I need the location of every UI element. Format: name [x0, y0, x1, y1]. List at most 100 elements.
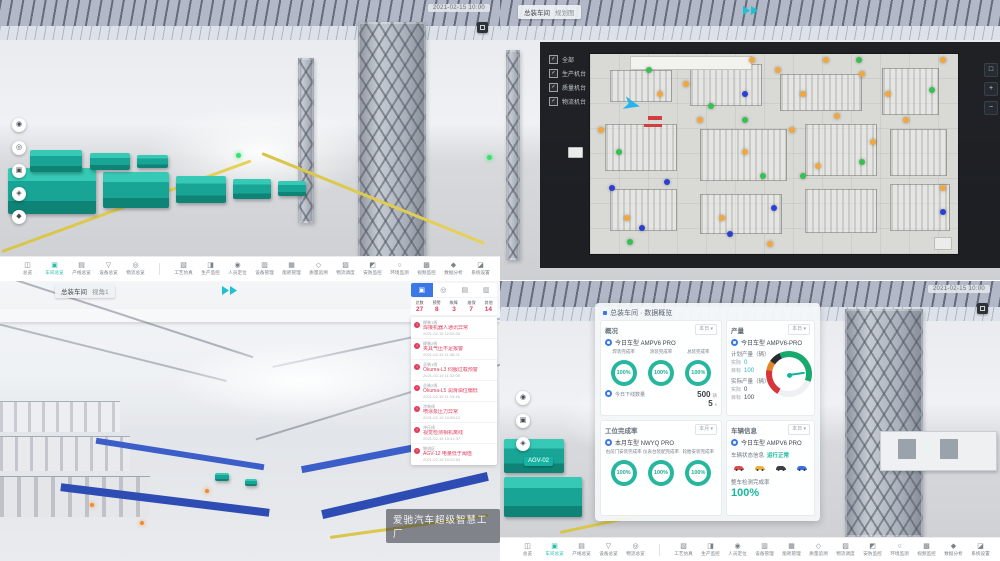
checkbox[interactable]: ✓: [549, 55, 558, 64]
map-status-dot[interactable]: [834, 113, 840, 119]
toolbar-module-item[interactable]: ▥ 设备管理: [251, 261, 278, 276]
map-status-dot[interactable]: [624, 215, 630, 221]
alarm-list-item[interactable]: ! 总装1线 Okuma-L3 伺服过载预警 2021-02-15 11:32:…: [411, 360, 497, 381]
toolbar-module-item[interactable]: ◨ 生产监控: [697, 542, 724, 557]
alarm-list-item[interactable]: ! 物流区 AGV-12 电量低于阈值 2021-02-15 10:22:54: [411, 444, 497, 464]
viewpoint-button[interactable]: ▣: [516, 414, 530, 428]
map-status-dot[interactable]: [940, 209, 946, 215]
map-status-dot[interactable]: [609, 185, 615, 191]
map-tool-button[interactable]: +: [984, 82, 998, 96]
period-select[interactable]: 本日: [695, 324, 717, 335]
viewpoint-button[interactable]: ◉: [12, 118, 26, 132]
checkbox[interactable]: ✓: [549, 97, 558, 106]
toolbar-view-item[interactable]: ◫ 总览: [514, 542, 541, 557]
map-status-dot[interactable]: [657, 91, 663, 97]
map-status-dot[interactable]: [708, 103, 714, 109]
map-status-dot[interactable]: [775, 67, 781, 73]
map-status-dot[interactable]: [929, 87, 935, 93]
map-status-dot[interactable]: [742, 117, 748, 123]
alarm-list-item[interactable]: ! 总装2线 Okuma-L5 润滑油位偏低 2021-02-15 11:15:…: [411, 381, 497, 402]
map-status-dot[interactable]: [940, 57, 946, 63]
toolbar-module-item[interactable]: ○ 环境监测: [386, 261, 413, 276]
toolbar-module-item[interactable]: ◉ 人员定位: [224, 261, 251, 276]
toolbar-view-item[interactable]: ▽ 设备总览: [95, 261, 122, 276]
fast-forward-icon[interactable]: [743, 6, 758, 15]
map-status-dot[interactable]: [815, 163, 821, 169]
expand-icon[interactable]: [477, 22, 488, 33]
toolbar-module-item[interactable]: ▨ 物流调度: [832, 542, 859, 557]
map-status-dot[interactable]: [719, 215, 725, 221]
map-status-dot[interactable]: [940, 185, 946, 191]
toolbar-module-item[interactable]: ◆ 数据分析: [940, 542, 967, 557]
toolbar-module-item[interactable]: ▨ 物流调度: [332, 261, 359, 276]
map-status-dot[interactable]: [697, 117, 703, 123]
map-status-dot[interactable]: [646, 67, 652, 73]
toolbar-module-item[interactable]: ◨ 生产监控: [197, 261, 224, 276]
toolbar-view-item[interactable]: ◎ 物流总览: [622, 542, 649, 557]
map-status-dot[interactable]: [800, 173, 806, 179]
map-status-dot[interactable]: [683, 81, 689, 87]
toolbar-module-item[interactable]: ▦ 能耗管理: [778, 542, 805, 557]
toolbar-view-item[interactable]: ◫ 总览: [14, 261, 41, 276]
alarm-tab[interactable]: ◎: [433, 283, 455, 297]
toolbar-module-item[interactable]: ◪ 系统设置: [467, 261, 494, 276]
map-status-dot[interactable]: [627, 239, 633, 245]
map-status-dot[interactable]: [598, 127, 604, 133]
toolbar-module-item[interactable]: ◆ 数据分析: [440, 261, 467, 276]
alarm-list-item[interactable]: ! 冲压线 视觉检测相机离线 2021-02-15 10:41:37: [411, 423, 497, 444]
map-status-dot[interactable]: [742, 149, 748, 155]
map-status-dot[interactable]: [859, 71, 865, 77]
period-select[interactable]: 本月: [695, 424, 717, 435]
expand-icon[interactable]: [977, 303, 988, 314]
alarm-tab[interactable]: ▥: [476, 283, 498, 297]
map-status-dot[interactable]: [823, 57, 829, 63]
map-layer-item[interactable]: ✓ 质量机台: [549, 83, 586, 92]
viewpoint-button[interactable]: ◎: [12, 141, 26, 155]
map-corner-control[interactable]: [934, 237, 952, 250]
toolbar-module-item[interactable]: ○ 环境监测: [886, 542, 913, 557]
viewpoint-button[interactable]: ◈: [516, 437, 530, 451]
map-status-dot[interactable]: [771, 205, 777, 211]
period-select[interactable]: 本日: [788, 324, 810, 335]
toolbar-view-item[interactable]: ▣ 车间总览: [41, 261, 68, 276]
map-status-dot[interactable]: [789, 127, 795, 133]
viewpoint-button[interactable]: ◉: [516, 391, 530, 405]
alarm-list-item[interactable]: ! 焊装1线 焊接机器人通讯异常 2021-02-15 12:05:33: [411, 318, 497, 339]
toolbar-module-item[interactable]: ▧ 工艺仿真: [170, 261, 197, 276]
toolbar-module-item[interactable]: ▩ 视频监控: [913, 542, 940, 557]
checkbox[interactable]: ✓: [549, 83, 558, 92]
viewpoint-button[interactable]: ▣: [12, 164, 26, 178]
alarm-tab[interactable]: ▣: [411, 283, 433, 297]
toolbar-module-item[interactable]: ◩ 安防监控: [859, 542, 886, 557]
map-status-dot[interactable]: [800, 91, 806, 97]
alarm-list-item[interactable]: ! 焊装2线 夹具气压不足报警 2021-02-15 11:48:21: [411, 339, 497, 360]
alarm-tab[interactable]: ▤: [454, 283, 476, 297]
map-tool-button[interactable]: □: [984, 63, 998, 77]
map-status-dot[interactable]: [903, 117, 909, 123]
viewpoint-button[interactable]: ◆: [12, 210, 26, 224]
toolbar-view-item[interactable]: ▤ 产线总览: [68, 261, 95, 276]
fast-forward-icon[interactable]: [222, 286, 237, 295]
toolbar-module-item[interactable]: ▩ 视频监控: [413, 261, 440, 276]
machine-tag[interactable]: AGV-02: [524, 457, 553, 466]
toolbar-view-item[interactable]: ▣ 车间总览: [541, 542, 568, 557]
map-layer-item[interactable]: ✓ 全部: [549, 55, 586, 64]
map-status-dot[interactable]: [742, 91, 748, 97]
map-status-dot[interactable]: [885, 91, 891, 97]
map-status-dot[interactable]: [639, 225, 645, 231]
map-status-dot[interactable]: [767, 241, 773, 247]
toolbar-module-item[interactable]: ◉ 人员定位: [724, 542, 751, 557]
map-status-dot[interactable]: [856, 57, 862, 63]
map-tool-button[interactable]: −: [984, 101, 998, 115]
map-layer-item[interactable]: ✓ 物流机台: [549, 97, 586, 106]
toolbar-module-item[interactable]: ◇ 质量追溯: [305, 261, 332, 276]
map-status-dot[interactable]: [727, 231, 733, 237]
toolbar-module-item[interactable]: ▦ 能耗管理: [278, 261, 305, 276]
map-mini-control[interactable]: [568, 147, 583, 158]
map-status-dot[interactable]: [760, 173, 766, 179]
map-status-dot[interactable]: [664, 179, 670, 185]
toolbar-module-item[interactable]: ◇ 质量追溯: [805, 542, 832, 557]
toolbar-module-item[interactable]: ◪ 系统设置: [967, 542, 994, 557]
toolbar-view-item[interactable]: ▽ 设备总览: [595, 542, 622, 557]
map-status-dot[interactable]: [749, 57, 755, 63]
